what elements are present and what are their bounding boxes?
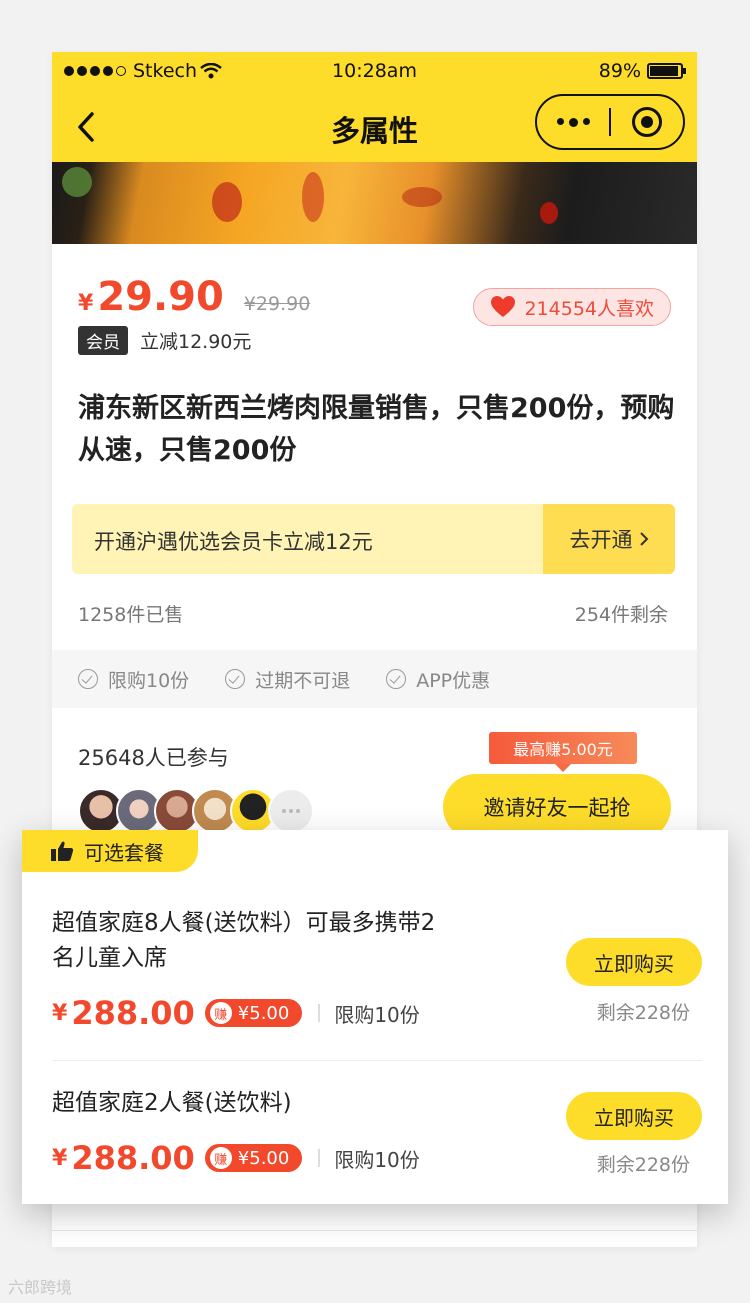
earn-badge: 赚 ¥5.00: [204, 999, 303, 1027]
battery-percent: 89%: [598, 60, 641, 82]
sales-row: 1258件已售 254件剩余: [78, 600, 668, 627]
check-circle-icon: [78, 669, 98, 689]
package-name: 超值家庭8人餐(送饮料）可最多携带2名儿童入席: [52, 910, 436, 971]
heart-icon: [491, 296, 516, 317]
like-button[interactable]: 214554人喜欢: [473, 288, 671, 326]
service-tag: 过期不可退: [225, 666, 350, 693]
product-title: 浦东新区新西兰烤肉限量销售，只售200份，预购从速，只售200份: [78, 393, 675, 466]
target-icon: [632, 107, 662, 137]
earn-amount: ¥5.00: [237, 1147, 290, 1169]
currency-symbol: ¥: [78, 291, 94, 316]
purchase-limit: 限购10份: [334, 1002, 420, 1027]
package-price: 288.00: [71, 1139, 195, 1177]
current-price: 29.90: [97, 274, 224, 320]
service-tags: 限购10份 过期不可退 APP优惠: [52, 650, 697, 708]
package-remaining: 剩余228份: [596, 1002, 690, 1024]
currency-symbol: ¥: [52, 1000, 68, 1026]
service-tag: 限购10份: [78, 666, 189, 693]
earn-icon: 赚: [209, 1147, 232, 1169]
currency-symbol: ¥: [52, 1145, 68, 1171]
participant-avatars[interactable]: [78, 788, 314, 834]
package-price: 288.00: [71, 994, 195, 1032]
watermark: 六郎跨境: [8, 1274, 72, 1298]
participants-count: 25648人已参与: [78, 746, 229, 770]
member-tag: 会员: [78, 326, 128, 355]
check-circle-icon: [386, 669, 407, 689]
max-earn-bubble: 最高赚5.00元: [489, 732, 637, 772]
package-item: 超值家庭8人餐(送饮料）可最多携带2名儿童入席 ¥ 288.00 赚 ¥5.00…: [52, 906, 702, 1032]
divider: [52, 1060, 702, 1061]
chevron-right-icon: [639, 532, 648, 546]
sold-count: 1258件已售: [78, 604, 184, 626]
buy-now-button[interactable]: 立即购买: [566, 938, 702, 986]
more-icon[interactable]: [537, 117, 609, 127]
divider: [318, 1149, 321, 1167]
service-tag: APP优惠: [386, 666, 490, 693]
close-target-button[interactable]: [611, 107, 683, 137]
service-tag-label: 限购10份: [108, 669, 190, 692]
buy-now-button[interactable]: 立即购买: [566, 1092, 702, 1140]
earn-amount: ¥5.00: [237, 1002, 290, 1024]
vip-open-label: 去开通: [569, 528, 633, 552]
watermark-text: 六郎跨境: [8, 1278, 73, 1297]
purchase-limit: 限购10份: [334, 1147, 420, 1172]
like-count: 214554人喜欢: [524, 297, 654, 320]
package-options-card: 可选套餐 超值家庭8人餐(送饮料）可最多携带2名儿童入席 ¥ 288.00 赚 …: [22, 830, 728, 1204]
remaining-count: 254件剩余: [574, 604, 668, 626]
earn-badge: 赚 ¥5.00: [204, 1144, 303, 1172]
mini-program-capsule: [535, 94, 685, 150]
thumbs-up-icon: [51, 841, 74, 861]
divider: [318, 1004, 321, 1022]
original-price: ¥29.90: [243, 293, 311, 315]
product-hero-image: [52, 162, 697, 244]
divider: [52, 1230, 697, 1231]
check-circle-icon: [225, 669, 246, 689]
member-discount-row: 会员 立减12.90元: [78, 326, 251, 355]
package-remaining: 剩余228份: [596, 1154, 690, 1176]
service-tag-label: APP优惠: [416, 669, 491, 692]
package-item: 超值家庭2人餐(送饮料) ¥ 288.00 赚 ¥5.00 限购10份 立即购买…: [52, 1086, 702, 1177]
service-tag-label: 过期不可退: [255, 669, 351, 692]
package-name: 超值家庭2人餐(送饮料): [52, 1090, 292, 1116]
price-row: ¥ 29.90 ¥29.90: [78, 274, 310, 320]
vip-banner: 开通沪遇优选会员卡立减12元 去开通: [72, 504, 675, 574]
status-bar: Stkech 10:28am 89%: [52, 52, 697, 92]
earn-icon: 赚: [209, 1002, 232, 1024]
nav-bar: 多属性: [52, 92, 697, 162]
battery-status: 89%: [598, 60, 686, 82]
package-tab-label: 可选套餐: [84, 840, 164, 865]
package-tab: 可选套餐: [22, 830, 198, 872]
member-discount: 立减12.90元: [140, 331, 252, 353]
more-avatars-icon[interactable]: [268, 788, 314, 834]
battery-icon: [647, 63, 686, 79]
vip-promo-text: 开通沪遇优选会员卡立减12元: [94, 530, 373, 554]
vip-open-button[interactable]: 去开通: [543, 504, 675, 574]
